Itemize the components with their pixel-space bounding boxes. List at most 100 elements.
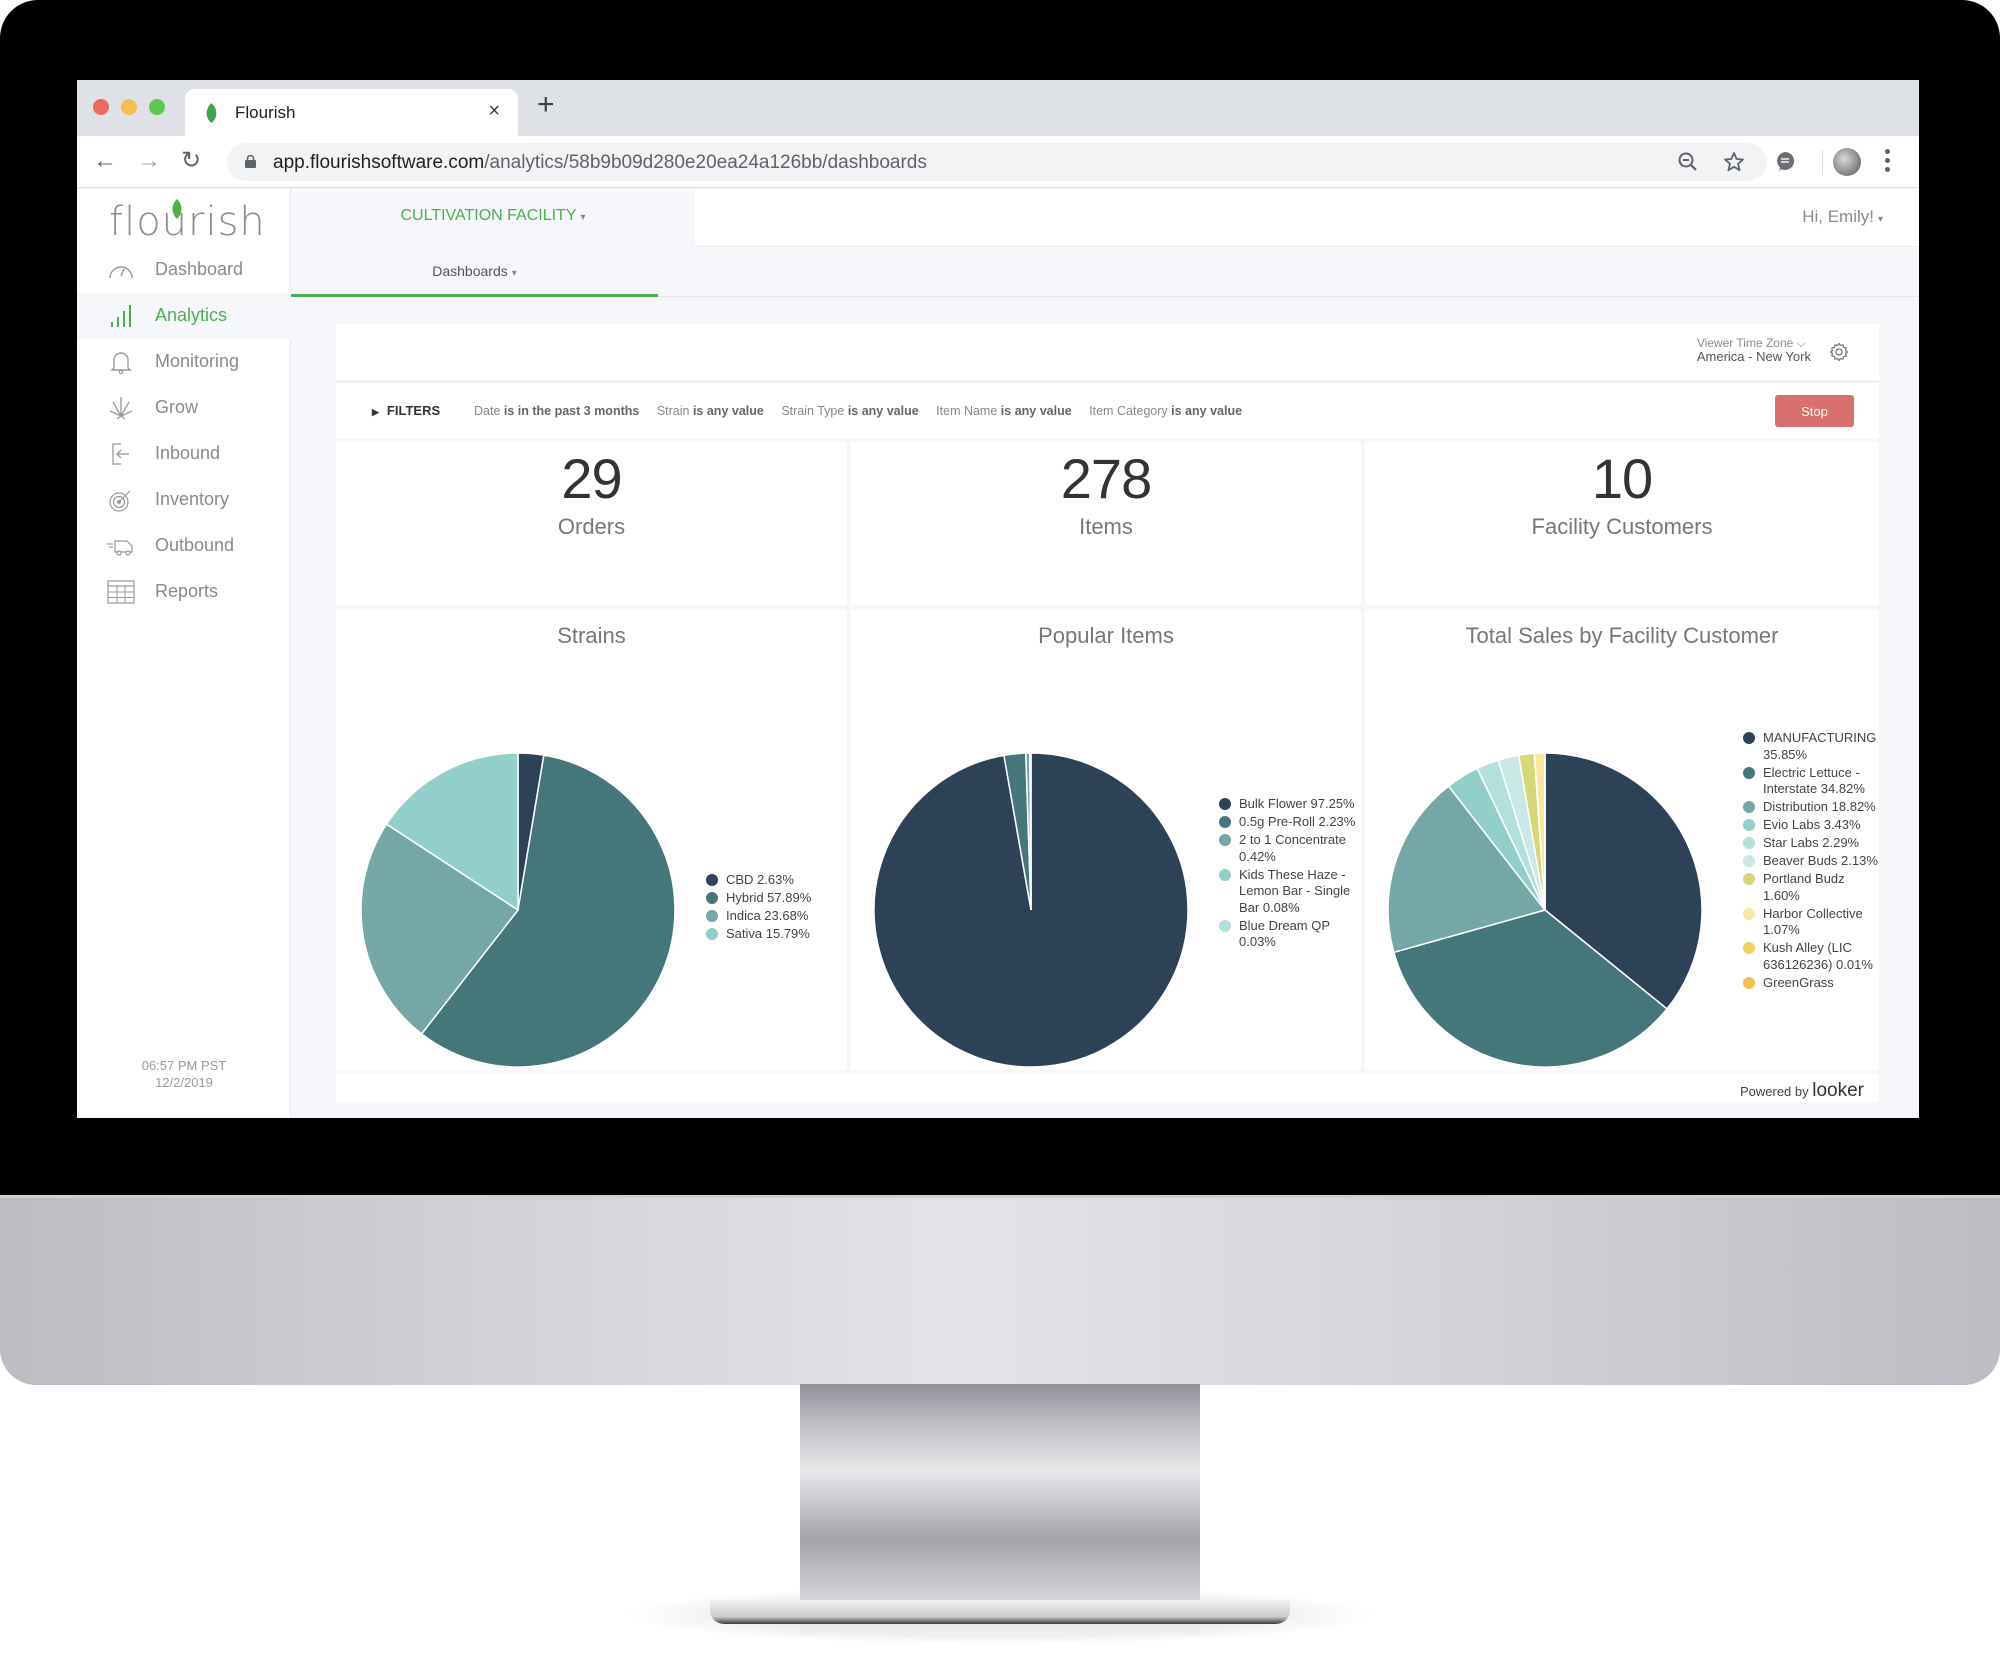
legend-item-0-5g-pre-roll[interactable]: 0.5g Pre-Roll 2.23% bbox=[1219, 814, 1359, 831]
zoom-out-icon[interactable] bbox=[1677, 151, 1699, 173]
filter-item-category[interactable]: Item Category is any value bbox=[1089, 404, 1242, 418]
sidebar-item-label: Analytics bbox=[155, 305, 228, 325]
flourish-logo[interactable]: flourish bbox=[109, 199, 266, 245]
legend-item-star-labs[interactable]: Star Labs 2.29% bbox=[1743, 835, 1879, 852]
user-area: Hi, Emily! ▾ bbox=[695, 189, 1919, 247]
reload-button[interactable]: ↻ bbox=[181, 146, 201, 176]
legend-swatch bbox=[1743, 732, 1755, 744]
profile-avatar[interactable] bbox=[1833, 148, 1861, 176]
stop-button[interactable]: Stop bbox=[1775, 395, 1854, 427]
legend-item-harbor-collective[interactable]: Harbor Collective 1.07% bbox=[1743, 906, 1879, 939]
forward-button[interactable]: → bbox=[137, 146, 161, 176]
legend-swatch bbox=[1743, 907, 1755, 920]
legend-swatch bbox=[706, 874, 718, 886]
legend-item-bulk-flower[interactable]: Bulk Flower 97.25% bbox=[1219, 796, 1359, 813]
powered-by-text: Powered by bbox=[1739, 1084, 1809, 1099]
top-nav: CULTIVATION FACILITY ▾ Hi, Emily! ▾ bbox=[291, 189, 1919, 247]
legend-swatch bbox=[706, 928, 718, 940]
legend-item-electric-lettuce-interstate[interactable]: Electric Lettuce - Interstate 34.82% bbox=[1743, 765, 1879, 798]
sidebar-item-label: Reports bbox=[155, 581, 219, 601]
legend-item-portland-budz[interactable]: Portland Budz 1.60% bbox=[1743, 871, 1879, 904]
legend-item-distribution[interactable]: Distribution 18.82% bbox=[1743, 799, 1879, 816]
legend-swatch bbox=[1743, 942, 1755, 954]
sidebar-item-label: Grow bbox=[155, 397, 199, 417]
legend-swatch bbox=[1219, 834, 1231, 846]
new-tab-button[interactable]: + bbox=[537, 90, 555, 120]
looker-dashboard: Viewer Time Zone ⌵ America - New York ▶ F… bbox=[336, 324, 1879, 1102]
legend-swatch bbox=[706, 892, 718, 904]
sidebar-item-dashboard[interactable]: Dashboard bbox=[77, 247, 291, 293]
back-button[interactable]: ← bbox=[93, 146, 117, 176]
filters-toggle[interactable]: ▶ FILTERS bbox=[372, 403, 440, 418]
legend-swatch bbox=[706, 910, 718, 922]
legend-item-kush-alley-lic-636126236[interactable]: Kush Alley (LIC 636126236) 0.01% bbox=[1743, 940, 1879, 973]
filter-condition: is in the past 3 months bbox=[503, 404, 640, 418]
legend-swatch bbox=[1743, 976, 1755, 989]
speedometer-icon bbox=[109, 266, 133, 279]
window-maximize-button[interactable] bbox=[149, 99, 165, 115]
browser-tab-bar: Flourish × + bbox=[77, 80, 1919, 136]
filter-condition: is any value bbox=[1171, 404, 1243, 418]
legend-swatch bbox=[1743, 873, 1755, 885]
legend-item-manufacturing[interactable]: MANUFACTURING 35.85% bbox=[1743, 730, 1879, 763]
tab-close-icon[interactable]: × bbox=[488, 100, 500, 123]
monitor-stand-foot bbox=[710, 1600, 1290, 1624]
caret-right-icon: ▶ bbox=[372, 407, 379, 417]
legend-item-beaver-buds[interactable]: Beaver Buds 2.13% bbox=[1743, 853, 1879, 870]
browser-tab[interactable]: Flourish × bbox=[185, 89, 518, 136]
facility-selector-area: CULTIVATION FACILITY ▾ bbox=[291, 189, 695, 247]
window-close-button[interactable] bbox=[93, 99, 109, 115]
sub-nav: Dashboards ▾ bbox=[291, 247, 1919, 297]
sidebar-item-grow[interactable]: Grow bbox=[77, 385, 291, 431]
kpi-tile-facility-customers: 10 Facility Customers bbox=[1365, 442, 1879, 605]
window-minimize-button[interactable] bbox=[121, 99, 137, 115]
powered-by-looker[interactable]: Powered by looker bbox=[1740, 1080, 1864, 1102]
kpi-tile-items: 278 Items bbox=[851, 442, 1361, 605]
legend-item-evio-labs[interactable]: Evio Labs 3.43% bbox=[1743, 817, 1879, 834]
timezone-selector[interactable]: Viewer Time Zone ⌵ America - New York bbox=[1697, 336, 1811, 364]
filter-strain[interactable]: Strain is any value bbox=[657, 404, 764, 418]
kpi-label: Items bbox=[1079, 514, 1133, 539]
user-menu[interactable]: Hi, Emily! ▾ bbox=[1802, 207, 1883, 227]
sidebar-item-analytics[interactable]: Analytics bbox=[77, 293, 291, 339]
browser-menu-icon[interactable] bbox=[1885, 147, 1891, 175]
gear-icon[interactable] bbox=[1829, 342, 1849, 362]
extension-chat-icon[interactable] bbox=[1774, 151, 1796, 173]
tab-dashboards[interactable]: Dashboards ▾ bbox=[291, 247, 658, 297]
legend-item-indica[interactable]: Indica 23.68% bbox=[706, 908, 846, 925]
url-text[interactable]: app.flourishsoftware.com/analytics/58b9b… bbox=[273, 152, 927, 174]
chart-tile-popular-items: Popular Items Bulk Flower 97.25% 0.5g Pre… bbox=[851, 610, 1361, 1070]
sidebar-item-inbound[interactable]: Inbound bbox=[77, 431, 291, 477]
legend-label: Star Labs 2.29% bbox=[1763, 835, 1860, 850]
sidebar-item-monitoring[interactable]: Monitoring bbox=[77, 339, 291, 385]
legend-item-kids-these-haze-lemon-bar-single-bar[interactable]: Kids These Haze - Lemon Bar - Single Bar… bbox=[1219, 867, 1359, 917]
popular-items-pie-chart bbox=[873, 752, 1189, 1068]
sidebar-item-inventory[interactable]: Inventory bbox=[77, 477, 291, 523]
sidebar-item-label: Monitoring bbox=[155, 351, 240, 371]
kpi-value: 29 bbox=[561, 447, 622, 510]
legend-item-greengrass[interactable]: GreenGrass bbox=[1743, 975, 1879, 992]
legend-label: GreenGrass bbox=[1763, 974, 1834, 990]
legend-item-blue-dream-qp[interactable]: Blue Dream QP 0.03% bbox=[1219, 918, 1359, 951]
popular-items-legend: Bulk Flower 97.25% 0.5g Pre-Roll 2.23% 2 t… bbox=[1219, 796, 1359, 952]
filter-strain-type[interactable]: Strain Type is any value bbox=[781, 404, 918, 418]
legend-item-sativa[interactable]: Sativa 15.79% bbox=[706, 926, 846, 943]
filter-field: Strain Type bbox=[781, 404, 845, 418]
browser-toolbar: ← → ↻ app.flourishsoftware.com/analytics… bbox=[77, 136, 1919, 188]
legend-item-2-to-1-concentrate[interactable]: 2 to 1 Concentrate 0.42% bbox=[1219, 832, 1359, 865]
legend-item-cbd[interactable]: CBD 2.63% bbox=[706, 872, 846, 889]
timezone-label: Viewer Time Zone ⌵ bbox=[1696, 336, 1806, 350]
tab-label-text: Dashboards bbox=[432, 263, 508, 279]
address-bar[interactable]: app.flourishsoftware.com/analytics/58b9b… bbox=[227, 143, 1767, 181]
legend-item-hybrid[interactable]: Hybrid 57.89% bbox=[706, 890, 846, 907]
legend-label: Indica 23.68% bbox=[726, 908, 809, 923]
filter-field: Item Category bbox=[1089, 404, 1168, 418]
legend-swatch bbox=[1219, 816, 1231, 828]
bookmark-star-icon[interactable] bbox=[1723, 151, 1745, 173]
filter-date[interactable]: Date is in the past 3 months bbox=[474, 404, 639, 418]
facility-dropdown[interactable]: CULTIVATION FACILITY ▾ bbox=[291, 207, 695, 225]
sidebar-item-reports[interactable]: Reports bbox=[77, 569, 291, 615]
cannabis-leaf-icon bbox=[109, 397, 133, 420]
filter-item-name[interactable]: Item Name is any value bbox=[936, 404, 1072, 418]
sidebar-item-outbound[interactable]: Outbound bbox=[77, 523, 291, 569]
